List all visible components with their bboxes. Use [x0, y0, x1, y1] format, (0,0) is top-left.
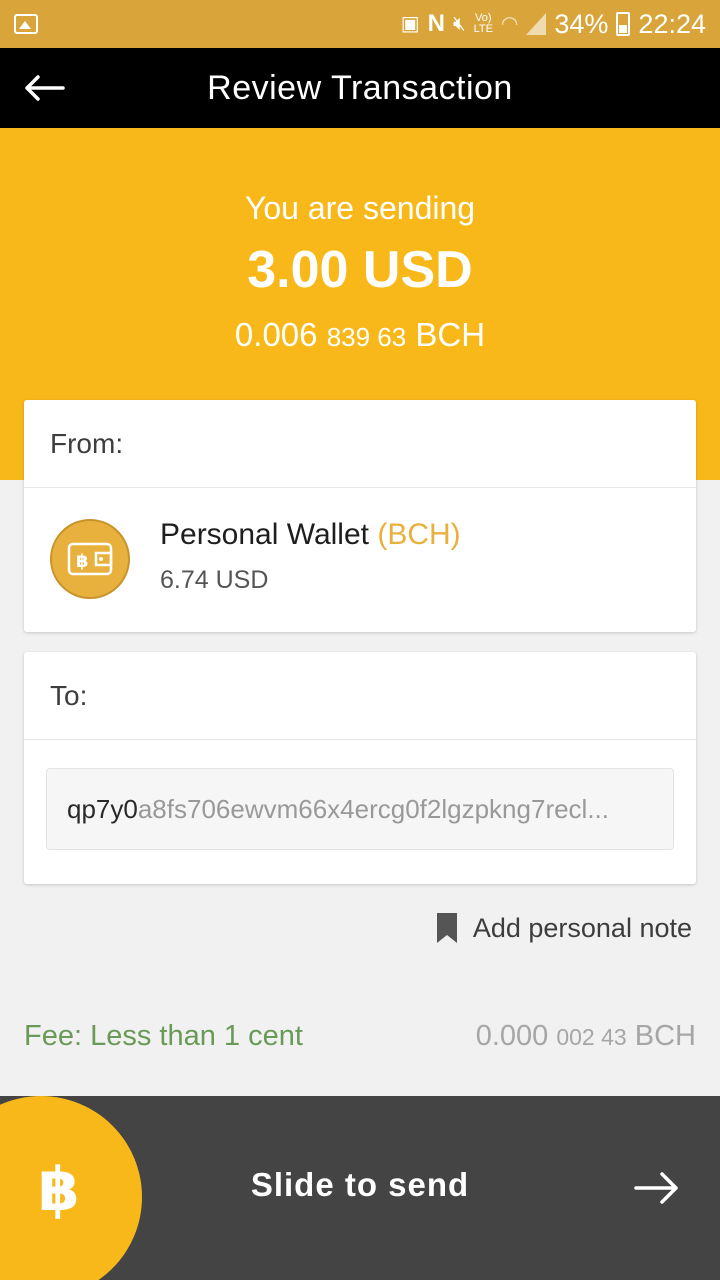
back-arrow-icon	[25, 75, 65, 101]
sending-label: You are sending	[244, 190, 476, 226]
wallet-avatar: ฿	[50, 519, 130, 599]
fee-value-main: 0.000	[475, 1020, 549, 1052]
slide-to-send[interactable]: ฿ Slide to send	[0, 1096, 720, 1280]
back-button[interactable]	[18, 66, 70, 110]
add-personal-note-label: Add personal note	[472, 912, 692, 943]
status-bar: ▣ N 🔇︎ Vo) LTE ◠ 34% 22:24	[0, 0, 720, 48]
crypto-amount-small: 839 63	[326, 322, 407, 352]
sim-icon: ▣	[400, 13, 420, 35]
nfc-icon: N	[427, 10, 445, 37]
fee-label: Fee: Less than 1 cent	[24, 1020, 303, 1052]
from-wallet[interactable]: ฿ Personal Wallet (BCH) 6.74 USD	[24, 488, 696, 632]
wifi-icon: ◠	[500, 13, 519, 35]
address-prefix: qp7y0	[67, 793, 138, 824]
sending-amount: 3.00 USD	[247, 241, 473, 299]
svg-text:฿: ฿	[76, 551, 89, 572]
wallet-currency: (BCH)	[377, 518, 461, 551]
recipient-address[interactable]: qp7y0 a8fs706ewvm66x4ercg0f2lgzpkng7recl.…	[46, 768, 674, 850]
address-rest: a8fs706ewvm66x4ercg0f2lgzpkng7recl...	[137, 793, 610, 824]
volte-icon: Vo) LTE	[473, 12, 493, 35]
crypto-amount-main: 0.006	[234, 316, 318, 353]
crypto-unit: BCH	[415, 316, 486, 353]
sending-crypto-amount: 0.006 839 63 BCH	[0, 316, 720, 354]
bookmark-icon	[436, 913, 457, 943]
fee-value-small: 002 43	[556, 1024, 627, 1050]
bch-wallet-icon: ฿	[67, 542, 113, 576]
wallet-name: Personal Wallet (BCH)	[160, 518, 461, 551]
signal-icon	[526, 13, 547, 35]
fee-unit: BCH	[634, 1020, 696, 1052]
battery-percent: 34%	[554, 8, 609, 39]
from-header: From:	[24, 400, 696, 488]
battery-icon	[616, 12, 631, 36]
to-header: To:	[24, 652, 696, 740]
mute-icon: 🔇︎	[452, 13, 466, 35]
to-card: To: qp7y0 a8fs706ewvm66x4ercg0f2lgzpkng7r…	[24, 652, 696, 884]
page-title: Review Transaction	[207, 68, 513, 107]
add-personal-note-button[interactable]: Add personal note	[435, 906, 692, 950]
slide-to-send-label: Slide to send	[250, 1166, 470, 1203]
from-card: From: ฿ Personal Wallet (BCH) 6.74 USD	[24, 400, 696, 632]
gallery-notification-icon	[14, 14, 38, 34]
clock: 22:24	[638, 8, 706, 39]
arrow-right-icon	[634, 1172, 678, 1204]
fee-value: 0.000 002 43 BCH	[476, 1020, 696, 1053]
app-bar: Review Transaction	[0, 48, 720, 128]
wallet-balance: 6.74 USD	[160, 566, 269, 594]
